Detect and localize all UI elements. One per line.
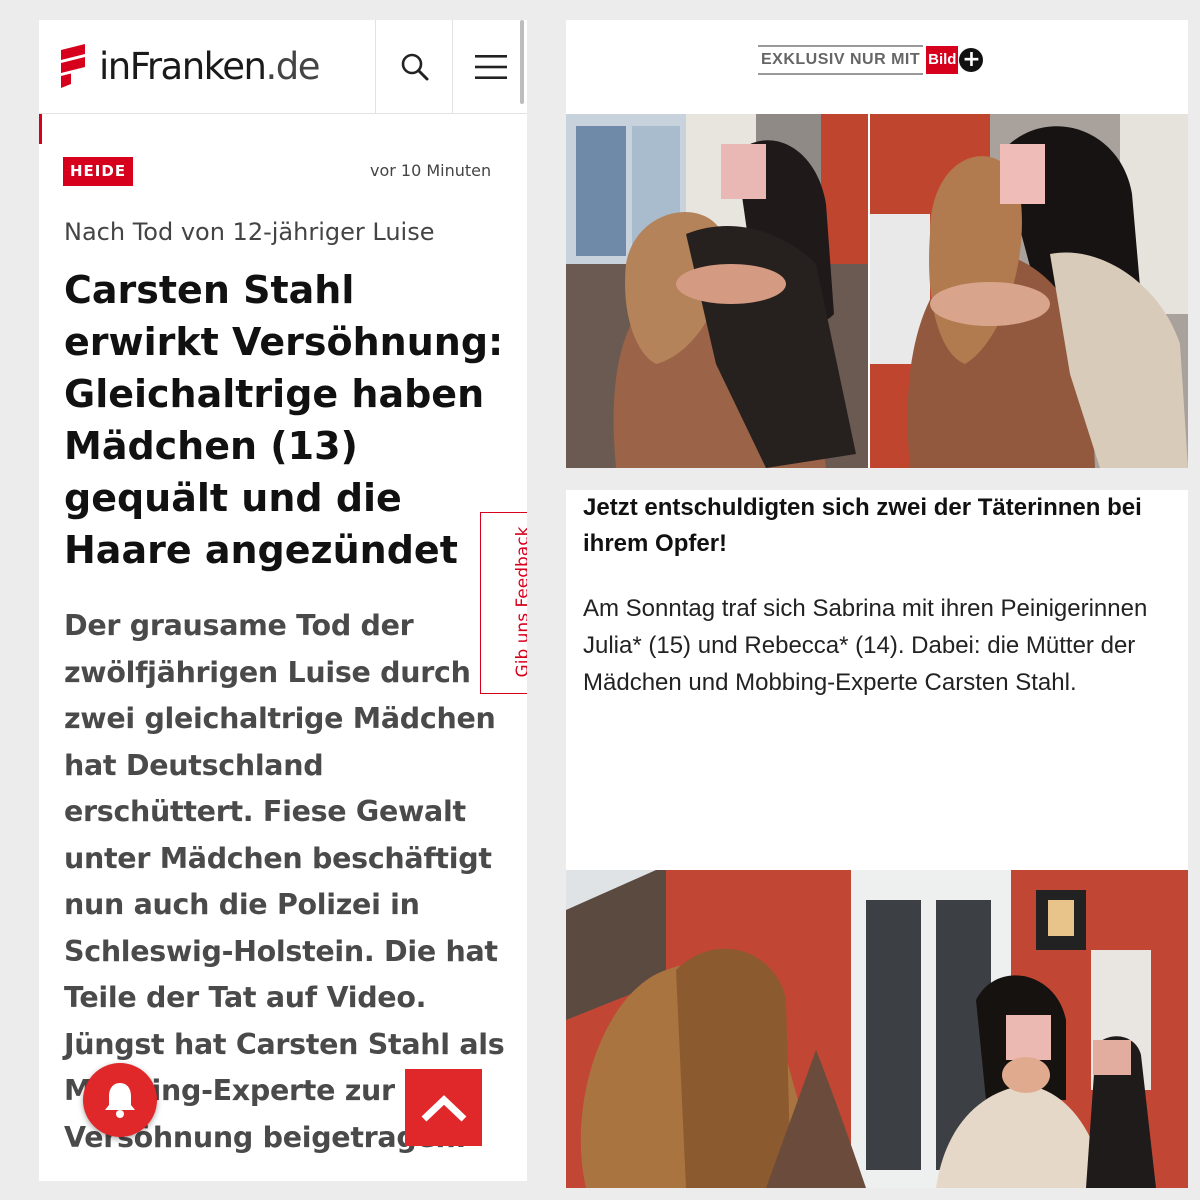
article-photo-hug-right — [870, 114, 1188, 468]
site-header: inFranken.de — [39, 20, 527, 114]
bell-icon — [105, 1083, 135, 1118]
site-logo-tld: .de — [265, 44, 320, 88]
menu-button[interactable] — [452, 20, 527, 113]
infranken-logo-mark — [61, 44, 85, 88]
hamburger-menu-icon — [474, 54, 507, 79]
article-photo-hug-left — [566, 114, 868, 468]
scroll-to-top-button[interactable] — [405, 1069, 482, 1146]
scrollbar[interactable] — [520, 20, 524, 104]
article-timestamp: vor 10 Minuten — [370, 161, 492, 180]
article-headline: Carsten Stahl erwirkt Versöhnung: Gleich… — [64, 268, 504, 572]
feedback-tab-label: Gib uns Feedback — [513, 526, 527, 678]
article-kicker: Nach Tod von 12-jähriger Luise — [64, 218, 435, 246]
notification-bell-button[interactable] — [83, 1063, 157, 1137]
plus-icon: + — [959, 48, 984, 72]
bild-plus-logo: Bild + — [926, 46, 984, 74]
site-logo[interactable]: inFranken.de — [59, 38, 320, 94]
site-logo-text: inFranken.de — [99, 44, 320, 88]
chevron-up-icon — [421, 1094, 466, 1122]
article-body: Am Sonntag traf sich Sabrina mit ihren P… — [583, 595, 1148, 696]
category-badge[interactable]: HEIDE — [63, 157, 134, 186]
search-button[interactable] — [375, 20, 453, 113]
article-caption: Jetzt entschuldigten sich zwei der Täter… — [583, 494, 1142, 557]
search-icon — [401, 53, 428, 80]
photo-separator — [566, 468, 1188, 490]
exclusive-banner: EXKLUSIV NUR MIT Bild + — [758, 42, 984, 78]
bild-wordmark: Bild — [926, 46, 959, 74]
infranken-article-panel: inFranken.de HEIDE vor 10 Minuten Nach T… — [39, 20, 527, 1181]
bild-article-panel: EXKLUSIV NUR MIT Bild + Jetzt entschuldi… — [566, 20, 1188, 1188]
accent-edge — [39, 114, 42, 144]
exclusive-label: EXKLUSIV NUR MIT — [758, 45, 924, 75]
article-photo-meeting — [566, 870, 1188, 1188]
